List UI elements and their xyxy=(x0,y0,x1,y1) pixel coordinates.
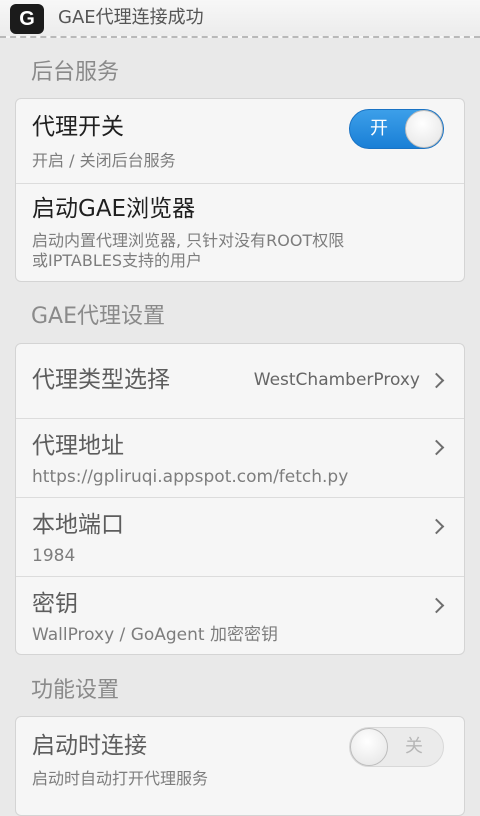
local-port-title: 本地端口 xyxy=(32,512,124,538)
local-port-value: 1984 xyxy=(32,546,76,566)
chevron-right-icon xyxy=(428,518,445,535)
notification-bar: G GAE代理连接成功 xyxy=(0,0,480,38)
proxy-address-value: https://gpliruqi.appspot.com/fetch.py xyxy=(32,467,349,487)
card-gae-settings: 代理类型选择 WestChamberProxy 代理地址 https://gpl… xyxy=(15,343,465,655)
toggle-knob xyxy=(350,728,388,766)
proxy-type-value: WestChamberProxy xyxy=(253,370,420,390)
section-header-background: 后台服务 xyxy=(31,60,120,85)
toggle-label: 开 xyxy=(370,118,388,139)
proxy-switch-title: 代理开关 xyxy=(32,114,124,140)
chevron-right-icon xyxy=(428,597,445,614)
proxy-switch-toggle[interactable]: 开 xyxy=(349,109,444,149)
section-header-gae: GAE代理设置 xyxy=(31,304,165,329)
secret-key-subtitle: WallProxy / GoAgent 加密密钥 xyxy=(32,625,278,645)
secret-key-title: 密钥 xyxy=(32,591,78,617)
proxy-address-row[interactable]: 代理地址 https://gpliruqi.appspot.com/fetch.… xyxy=(16,418,464,497)
connect-on-start-row[interactable]: 启动时连接 启动时自动打开代理服务 关 xyxy=(16,717,464,815)
toggle-label: 关 xyxy=(405,736,423,757)
chevron-right-icon xyxy=(428,372,445,389)
secret-key-row[interactable]: 密钥 WallProxy / GoAgent 加密密钥 xyxy=(16,576,464,654)
app-logo-icon: G xyxy=(10,4,44,34)
proxy-switch-subtitle: 开启 / 关闭后台服务 xyxy=(32,151,176,170)
connect-on-start-toggle[interactable]: 关 xyxy=(349,727,444,767)
proxy-address-title: 代理地址 xyxy=(32,433,124,459)
card-background-service: 代理开关 开启 / 关闭后台服务 开 启动GAE浏览器 启动内置代理浏览器, 只… xyxy=(15,98,465,282)
start-browser-subtitle-line1: 启动内置代理浏览器, 只针对没有ROOT权限 xyxy=(32,231,345,250)
proxy-switch-row[interactable]: 代理开关 开启 / 关闭后台服务 开 xyxy=(16,99,464,183)
start-browser-title: 启动GAE浏览器 xyxy=(32,196,196,222)
chevron-right-icon xyxy=(428,439,445,456)
connect-on-start-subtitle: 启动时自动打开代理服务 xyxy=(32,769,209,788)
connect-on-start-title: 启动时连接 xyxy=(32,733,147,759)
notification-text: GAE代理连接成功 xyxy=(58,7,204,28)
start-browser-subtitle-line2: 或IPTABLES支持的用户 xyxy=(32,251,203,270)
start-browser-row[interactable]: 启动GAE浏览器 启动内置代理浏览器, 只针对没有ROOT权限 或IPTABLE… xyxy=(16,183,464,281)
proxy-type-row[interactable]: 代理类型选择 WestChamberProxy xyxy=(16,344,464,418)
local-port-row[interactable]: 本地端口 1984 xyxy=(16,497,464,576)
toggle-knob xyxy=(405,110,443,148)
proxy-type-title: 代理类型选择 xyxy=(32,367,170,393)
card-feature-settings: 启动时连接 启动时自动打开代理服务 关 xyxy=(15,716,465,816)
section-header-features: 功能设置 xyxy=(31,678,120,703)
